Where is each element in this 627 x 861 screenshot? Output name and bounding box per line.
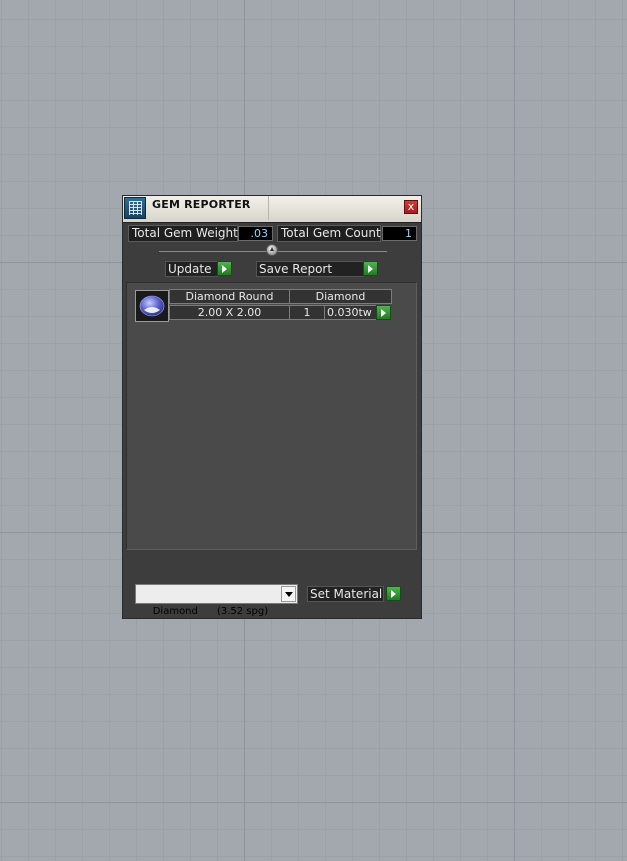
gem-row-material: Diamond <box>289 289 392 304</box>
material-select-value: Diamond (3.52 spg) <box>152 606 269 617</box>
material-select[interactable]: Diamond (3.52 spg) <box>135 584 298 617</box>
title-bar[interactable]: GEM REPORTER x <box>123 196 421 223</box>
window-title: GEM REPORTER <box>152 198 251 211</box>
total-gem-weight-value: .03 <box>238 226 273 241</box>
slider-up-arrow-icon <box>270 247 274 251</box>
update-arrow-icon[interactable] <box>217 261 232 276</box>
gem-row-weight: 0.030tw <box>324 305 377 320</box>
set-material-arrow-icon[interactable] <box>386 586 401 601</box>
save-report-button[interactable]: Save Report <box>256 261 364 277</box>
close-button[interactable]: x <box>404 200 418 214</box>
gem-reporter-panel: GEM REPORTER x Total Gem Weight .03 Tota… <box>122 195 422 619</box>
gem-row-size: 2.00 X 2.00 <box>169 305 290 320</box>
update-button[interactable]: Update <box>165 261 218 277</box>
gem-row-arrow-icon[interactable] <box>376 305 391 320</box>
round-gem-icon-graphic <box>139 295 165 317</box>
round-gem-icon[interactable] <box>135 290 169 322</box>
report-grid-icon-lines <box>129 201 142 215</box>
title-separator <box>268 196 269 220</box>
size-slider-handle[interactable] <box>266 244 278 256</box>
total-gem-count-value: 1 <box>382 226 417 241</box>
save-report-arrow-icon[interactable] <box>363 261 378 276</box>
set-material-button[interactable]: Set Material <box>307 586 384 602</box>
chevron-down-icon[interactable] <box>281 586 296 602</box>
total-gem-weight-label: Total Gem Weight <box>128 225 238 242</box>
gem-list[interactable]: Diamond Round Diamond 2.00 X 2.00 1 0.03… <box>126 282 417 550</box>
gem-row-count: 1 <box>289 305 325 320</box>
gem-row-shape: Diamond Round <box>169 289 290 304</box>
report-grid-icon <box>124 197 146 219</box>
total-gem-count-label: Total Gem Count <box>277 225 381 242</box>
